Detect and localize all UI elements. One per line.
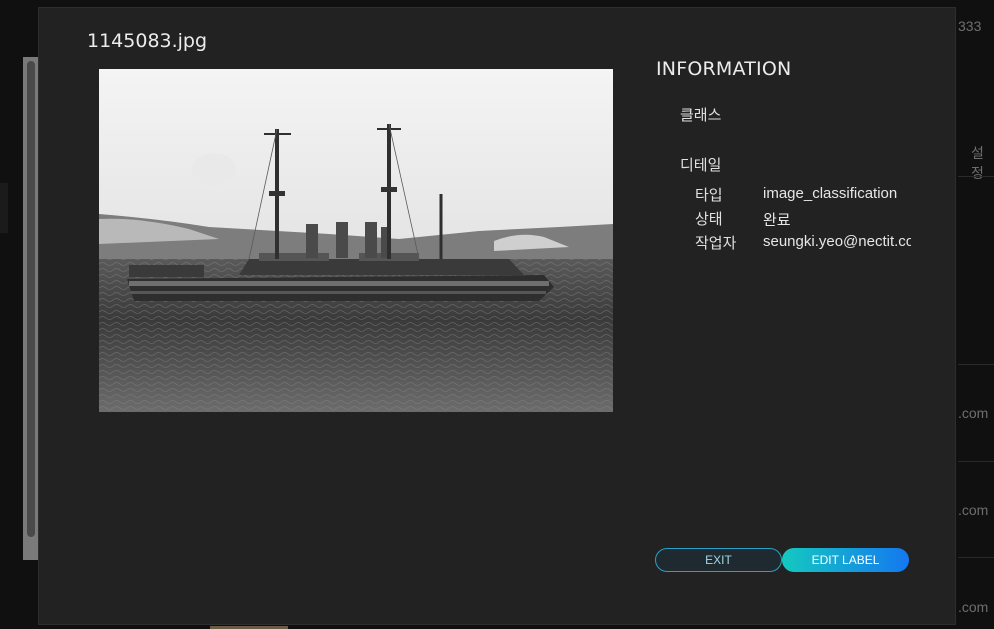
file-name-title: 1145083.jpg [87,30,208,52]
background-row-divider [958,364,994,365]
information-title: INFORMATION [656,58,792,80]
detail-section-label: 디테일 [680,156,722,174]
image-detail-modal: 1145083.jpg INFORMATION 클래스 디테일 타입 image… [38,7,956,625]
background-left-tab [0,183,8,233]
background-row-email-fragment: .com [958,502,989,518]
detail-status-value: 완료 [763,212,791,229]
detail-type-value: image_classification [763,185,898,202]
class-section-label: 클래스 [680,106,722,124]
detail-worker-value: seungki.yeo@nectit.com [763,233,911,250]
background-scrollbar-thumb[interactable] [27,61,35,537]
detail-worker-key: 작업자 [695,234,737,252]
detail-status-key: 상태 [695,210,723,228]
background-row-email-fragment: .com [958,599,989,615]
edit-label-button[interactable]: EDIT LABEL [782,548,909,572]
background-row-divider [958,176,994,177]
background-row-divider [958,461,994,462]
image-preview-graphic [99,69,613,412]
exit-button[interactable]: EXIT [655,548,782,572]
background-row-divider [958,557,994,558]
background-count-fragment: 333 [958,18,982,34]
image-preview [99,69,613,412]
background-row-email-fragment: .com [958,405,989,421]
background-scrollbar[interactable] [23,57,39,560]
detail-type-key: 타입 [695,186,723,204]
background-header-fragment: 설정 [971,145,984,181]
